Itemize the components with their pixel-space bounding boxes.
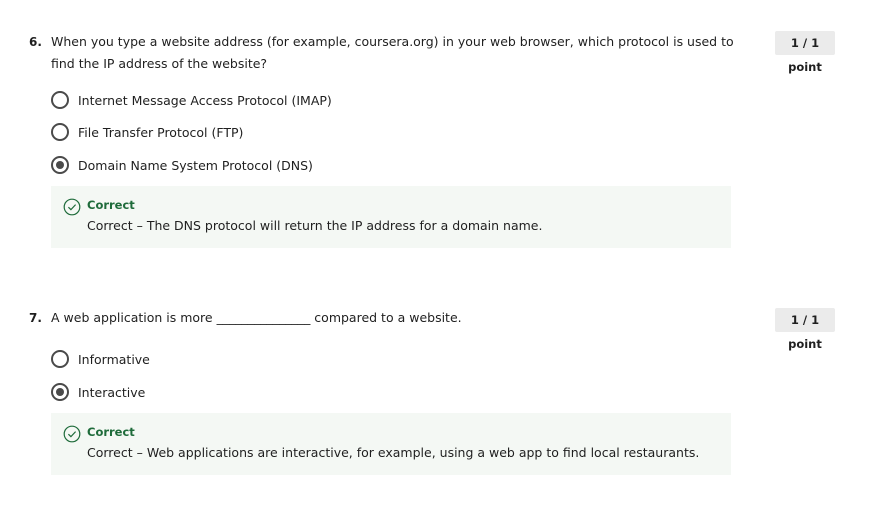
option-interactive[interactable]: Interactive bbox=[51, 382, 145, 402]
option-label: Domain Name System Protocol (DNS) bbox=[78, 157, 313, 173]
option-dns[interactable]: Domain Name System Protocol (DNS) bbox=[51, 155, 313, 175]
option-label: Informative bbox=[78, 351, 150, 367]
option-label: File Transfer Protocol (FTP) bbox=[78, 124, 244, 140]
question-text: A web application is more ______________… bbox=[51, 310, 462, 325]
option-label: Interactive bbox=[78, 384, 146, 400]
option-informative[interactable]: Informative bbox=[51, 349, 150, 369]
question-number: 7. bbox=[29, 311, 42, 325]
question-number: 6. bbox=[29, 35, 42, 49]
radio-button[interactable] bbox=[51, 350, 69, 368]
feedback-panel: Correct Correct – Web applications are i… bbox=[51, 413, 731, 475]
option-ftp[interactable]: File Transfer Protocol (FTP) bbox=[51, 122, 243, 142]
feedback-panel: Correct Correct – The DNS protocol will … bbox=[51, 186, 731, 248]
feedback-title: Correct bbox=[87, 198, 135, 212]
check-circle-icon bbox=[63, 198, 81, 216]
radio-button[interactable] bbox=[51, 123, 69, 141]
points-badge: 1 / 1 point bbox=[775, 308, 835, 351]
feedback-text: Correct – The DNS protocol will return t… bbox=[87, 218, 543, 233]
points-badge: 1 / 1 point bbox=[775, 31, 835, 74]
feedback-text: Correct – Web applications are interacti… bbox=[87, 445, 700, 460]
radio-button-selected[interactable] bbox=[51, 156, 69, 174]
question-text: When you type a website address (for exa… bbox=[51, 34, 734, 71]
radio-button[interactable] bbox=[51, 91, 69, 109]
feedback-title: Correct bbox=[87, 425, 135, 439]
option-imap[interactable]: Internet Message Access Protocol (IMAP) bbox=[51, 90, 332, 110]
check-circle-icon bbox=[63, 425, 81, 443]
radio-button-selected[interactable] bbox=[51, 383, 69, 401]
option-label: Internet Message Access Protocol (IMAP) bbox=[78, 92, 332, 108]
